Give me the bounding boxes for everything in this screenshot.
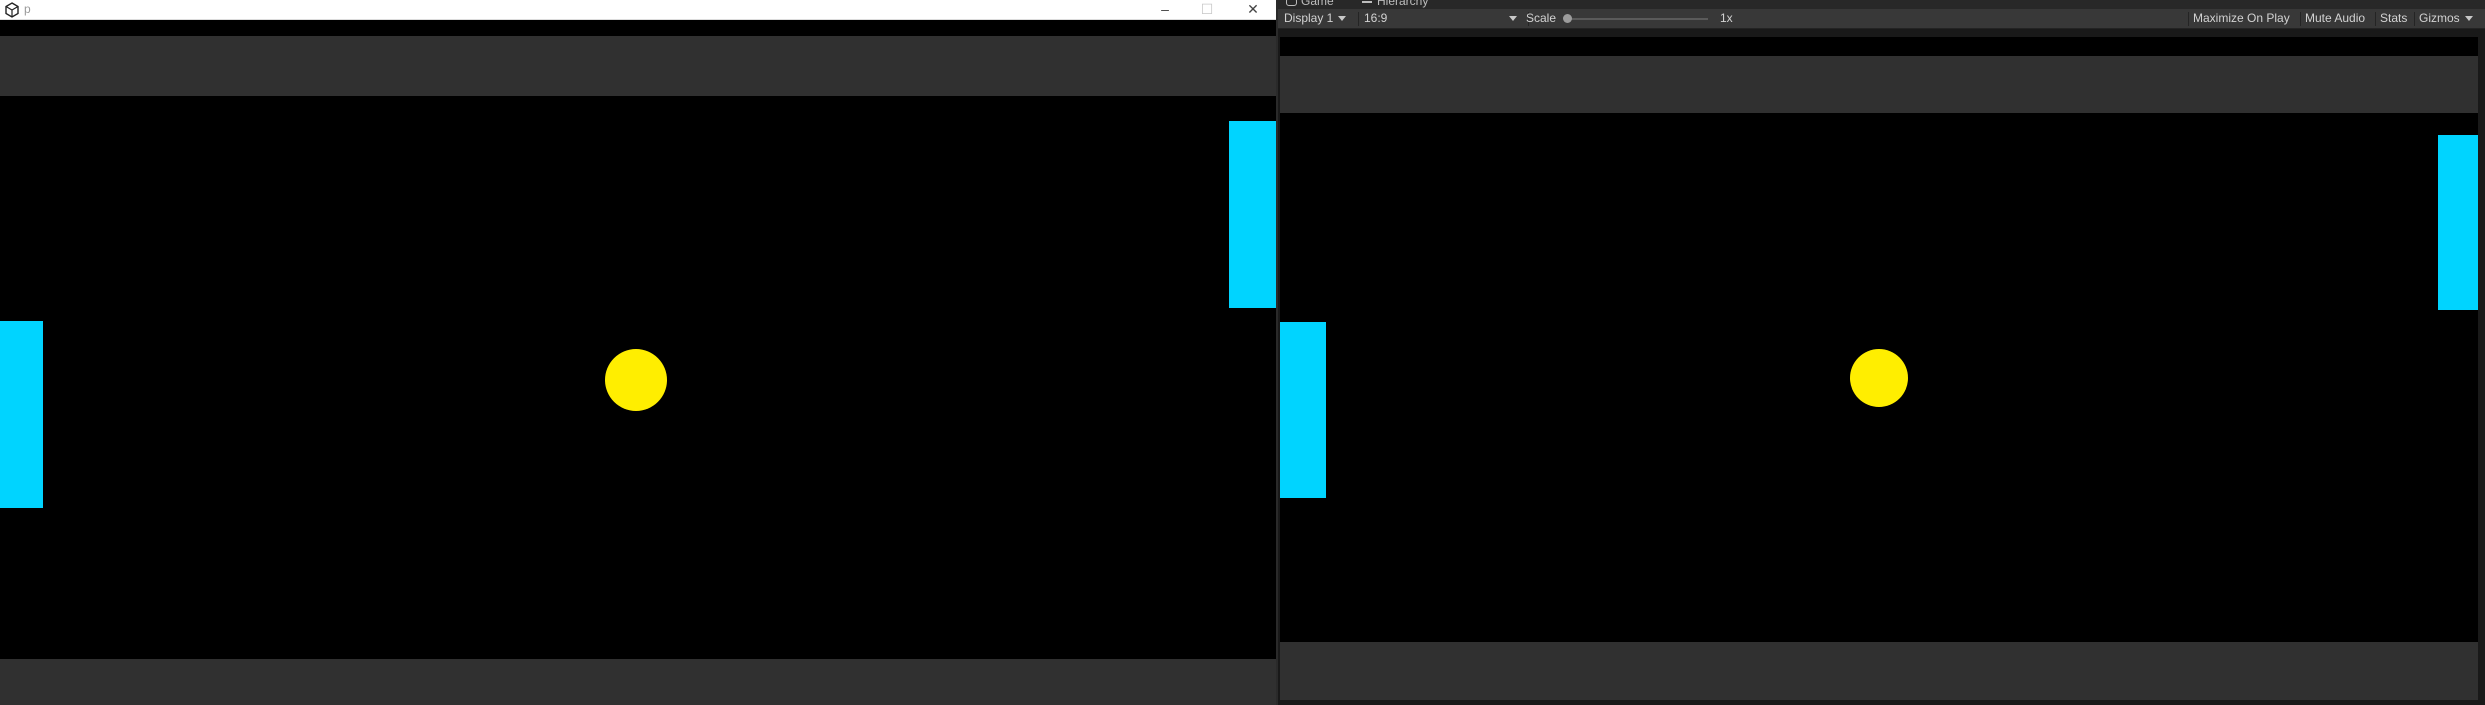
separator	[2375, 12, 2376, 26]
player-window: p – ☐ ✕	[0, 0, 1276, 705]
scale-value: 1x	[1720, 11, 1733, 25]
right-paddle	[1229, 121, 1276, 308]
chevron-down-icon	[1338, 16, 1347, 22]
game-controller-icon	[1286, 0, 1297, 6]
tab-game[interactable]: Game	[1286, 0, 1334, 8]
chevron-down-icon	[1509, 16, 1517, 21]
aspect-dropdown[interactable]: 16:9	[1364, 9, 1524, 28]
stats-toggle[interactable]: Stats	[2380, 9, 2407, 28]
tab-game-label: Game	[1301, 0, 1334, 8]
minimize-button[interactable]: –	[1148, 0, 1182, 20]
separator	[2300, 12, 2301, 26]
close-button[interactable]: ✕	[1236, 0, 1270, 20]
window-titlebar[interactable]: p – ☐ ✕	[0, 0, 1276, 20]
left-paddle	[1280, 322, 1326, 498]
bottom-letterbox-bar	[1280, 642, 2478, 700]
left-paddle	[0, 321, 43, 508]
unity-editor-game-view: Game Hierarchy Display 1 16:9 Scale 1x M…	[1276, 0, 2485, 705]
separator	[1358, 12, 1359, 26]
right-paddle	[2438, 135, 2478, 310]
game-view-viewport[interactable]	[1280, 37, 2478, 700]
display-dropdown[interactable]: Display 1	[1284, 9, 1347, 28]
ball	[1850, 349, 1908, 407]
mute-audio-toggle[interactable]: Mute Audio	[2305, 9, 2365, 28]
maximize-button[interactable]: ☐	[1190, 0, 1224, 20]
top-letterbox-bar	[0, 36, 1276, 96]
display-label: Display 1	[1284, 11, 1334, 25]
separator	[2188, 12, 2189, 26]
scale-slider-thumb[interactable]	[1563, 14, 1572, 23]
maximize-on-play-toggle[interactable]: Maximize On Play	[2193, 9, 2290, 28]
tab-hierarchy-label: Hierarchy	[1377, 0, 1429, 8]
aspect-label: 16:9	[1364, 11, 1388, 25]
ball	[605, 349, 667, 411]
unity-logo-icon	[5, 2, 19, 18]
bottom-letterbox-bar	[0, 659, 1276, 705]
hierarchy-list-icon	[1362, 0, 1372, 3]
tab-hierarchy[interactable]: Hierarchy	[1362, 0, 1428, 8]
scale-label: Scale	[1526, 11, 1557, 25]
top-letterbox-bar	[1280, 56, 2478, 113]
scale-slider-track[interactable]	[1568, 18, 1708, 20]
editor-tab-strip: Game Hierarchy	[1278, 0, 2485, 9]
gizmos-dropdown[interactable]: Gizmos	[2419, 9, 2473, 28]
separator	[2414, 12, 2415, 26]
chevron-down-icon	[2464, 16, 2473, 22]
window-title: p	[24, 2, 31, 16]
game-view-toolbar: Display 1 16:9 Scale 1x Maximize On Play…	[1278, 9, 2485, 29]
game-canvas[interactable]	[0, 20, 1276, 705]
gizmos-label: Gizmos	[2419, 11, 2460, 25]
